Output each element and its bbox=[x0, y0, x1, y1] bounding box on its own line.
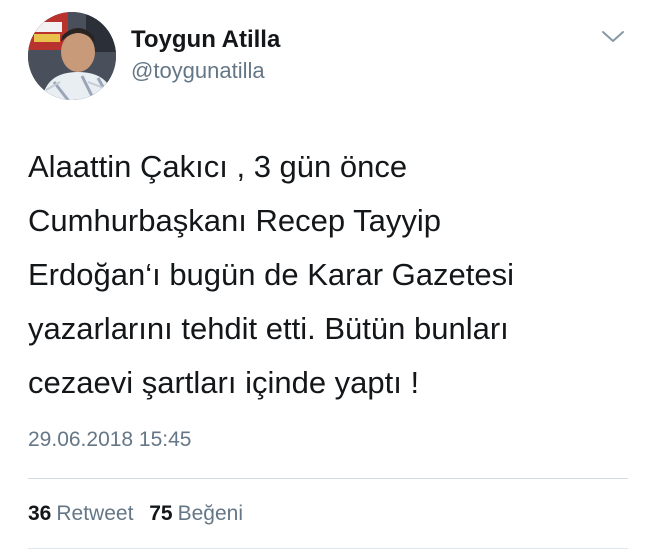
chevron-down-icon[interactable] bbox=[600, 28, 626, 46]
tweet-header: Toygun Atilla @toygunatilla bbox=[28, 12, 628, 102]
like-count: 75 bbox=[149, 502, 173, 525]
retweet-label: Retweet bbox=[56, 502, 134, 525]
tweet-stats: 36 Retweet 75 Beğeni bbox=[28, 502, 243, 526]
divider bbox=[28, 478, 628, 479]
retweet-count: 36 bbox=[28, 502, 52, 525]
bottom-divider bbox=[28, 548, 628, 549]
user-display-name[interactable]: Toygun Atilla bbox=[131, 26, 280, 54]
user-handle[interactable]: @toygunatilla bbox=[131, 58, 265, 84]
user-avatar[interactable] bbox=[28, 12, 116, 100]
avatar-photo-icon bbox=[28, 12, 116, 100]
like-label: Beğeni bbox=[177, 502, 243, 525]
tweet-text: Alaattin Çakıcı , 3 gün önce Cumhurbaşka… bbox=[28, 149, 514, 400]
like-count-link[interactable]: 75 Beğeni bbox=[149, 502, 243, 526]
retweet-count-link[interactable]: 36 Retweet bbox=[28, 502, 133, 526]
tweet-timestamp[interactable]: 29.06.2018 15:45 bbox=[28, 428, 192, 452]
